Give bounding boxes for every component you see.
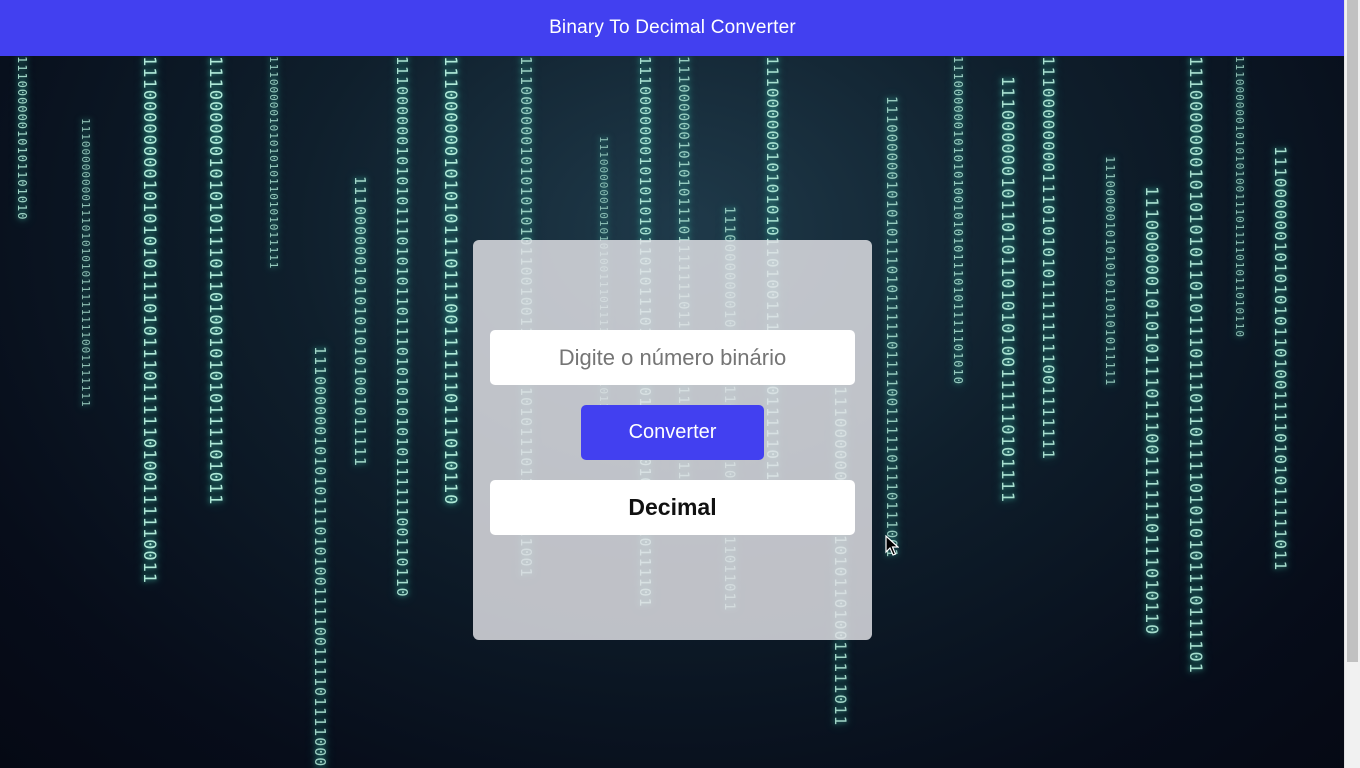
binary-stream: 1110000001010101110111001111110111010110: [440, 56, 460, 506]
binary-stream: 1110000001010101011010011110101011111011: [1271, 146, 1290, 572]
binary-stream: 1110000001010101001010101110101111101010: [951, 56, 965, 385]
binary-stream: 11100000010110101101010100111110101111: [997, 76, 1017, 503]
binary-stream: 1110000001010101110101111101111001111101…: [883, 96, 899, 559]
page-title: Binary To Decimal Converter: [549, 17, 796, 38]
binary-stream: 1110000010101010110101011111: [267, 56, 280, 270]
binary-stream: 11100000010101010101001011111: [351, 176, 369, 467]
app-header: Binary To Decimal Converter: [0, 0, 1345, 56]
binary-stream: 1110000000101010101101011101110110111101…: [1185, 56, 1205, 674]
binary-stream: 1110000000010101010111010111011111010011…: [139, 56, 159, 585]
vertical-scrollbar[interactable]: [1344, 0, 1360, 768]
binary-stream: 1110000001010101110110100101010111101011: [205, 56, 225, 506]
convert-button[interactable]: Converter: [581, 405, 764, 460]
binary-stream: 11100000010101101010: [15, 56, 29, 221]
decimal-result-field: Decimal: [490, 480, 855, 535]
page: 11100000010101101010 1110000000011101010…: [0, 0, 1360, 768]
binary-stream: 1110000001010101110101011011101010101010…: [393, 56, 411, 598]
decimal-result-label: Decimal: [628, 494, 717, 520]
converter-card: Converter Decimal: [473, 240, 872, 640]
binary-stream: 1110000001010101001110111101011010110: [1233, 56, 1246, 339]
mouse-pointer-icon: [885, 535, 899, 556]
scrollbar-thumb[interactable]: [1347, 0, 1358, 662]
binary-input[interactable]: [490, 330, 855, 385]
binary-stream: 1110000001010101110101001111001111011110…: [311, 346, 329, 768]
binary-stream: 1110000010101010110101011111: [1103, 156, 1117, 387]
binary-stream: 11100000000111010101011111111001111111: [1039, 56, 1058, 461]
binary-stream: 1110000001010101110111001111110111010110: [1141, 186, 1161, 636]
binary-stream: 11100000000111010101011111111001111111: [79, 118, 92, 408]
